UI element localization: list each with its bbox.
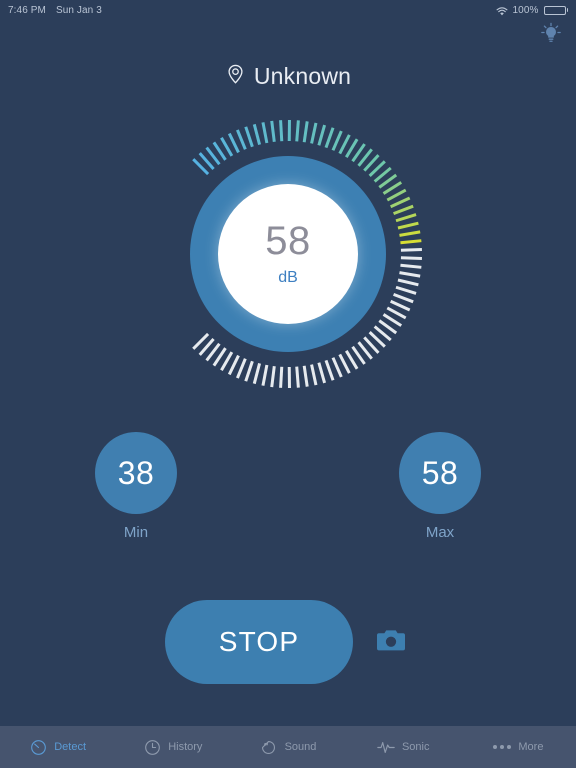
action-row: STOP bbox=[0, 600, 576, 684]
gauge-unit: dB bbox=[278, 269, 298, 286]
tab-sonic[interactable]: Sonic bbox=[346, 726, 461, 768]
battery-percent: 100% bbox=[512, 4, 539, 16]
stop-button[interactable]: STOP bbox=[165, 600, 353, 684]
status-bar-left: 7:46 PM Sun Jan 3 bbox=[8, 5, 102, 16]
waveform-icon bbox=[377, 738, 395, 756]
gauge-icon bbox=[29, 738, 47, 756]
app-root: 7:46 PM Sun Jan 3 100% Unknown 58 dB 38 … bbox=[0, 0, 576, 768]
tab-sound-label: Sound bbox=[284, 741, 317, 753]
stat-min-value: 38 bbox=[95, 432, 177, 514]
status-bar-right: 100% bbox=[496, 5, 568, 16]
clock-icon bbox=[143, 738, 161, 756]
battery-full-icon bbox=[543, 5, 568, 15]
gauge-readout: 58 dB bbox=[218, 184, 358, 324]
stat-max-label: Max bbox=[425, 524, 455, 541]
tab-history-label: History bbox=[168, 741, 203, 753]
tab-more[interactable]: More bbox=[461, 726, 576, 768]
minmax-row: 38 Min 58 Max bbox=[0, 432, 576, 541]
tab-detect[interactable]: Detect bbox=[0, 726, 115, 768]
stat-min[interactable]: 38 Min bbox=[95, 432, 177, 541]
tab-more-label: More bbox=[518, 741, 544, 753]
page-title: Unknown bbox=[253, 63, 352, 89]
location-header[interactable]: Unknown bbox=[0, 62, 576, 91]
tab-detect-label: Detect bbox=[54, 741, 86, 753]
status-time: 7:46 PM bbox=[8, 4, 46, 16]
stat-max[interactable]: 58 Max bbox=[399, 432, 481, 541]
db-gauge[interactable]: 58 dB bbox=[152, 118, 424, 390]
sound-pie-icon bbox=[260, 738, 278, 756]
gauge-value: 58 bbox=[265, 219, 311, 263]
lightbulb-button[interactable] bbox=[534, 20, 568, 50]
tab-history[interactable]: History bbox=[115, 726, 230, 768]
ellipsis-icon bbox=[493, 738, 512, 756]
lightbulb-icon bbox=[540, 22, 562, 49]
camera-button[interactable] bbox=[371, 622, 411, 662]
tab-bar: Detect History Sound Sonic More bbox=[0, 726, 576, 768]
status-date: Sun Jan 3 bbox=[55, 4, 102, 16]
status-bar: 7:46 PM Sun Jan 3 100% bbox=[0, 0, 576, 20]
location-pin-icon bbox=[225, 62, 246, 91]
camera-icon bbox=[376, 627, 406, 658]
tab-sonic-label: Sonic bbox=[401, 741, 430, 753]
wifi-icon bbox=[496, 6, 508, 16]
stat-min-label: Min bbox=[123, 524, 149, 541]
stat-max-value: 58 bbox=[399, 432, 481, 514]
tab-sound[interactable]: Sound bbox=[230, 726, 345, 768]
